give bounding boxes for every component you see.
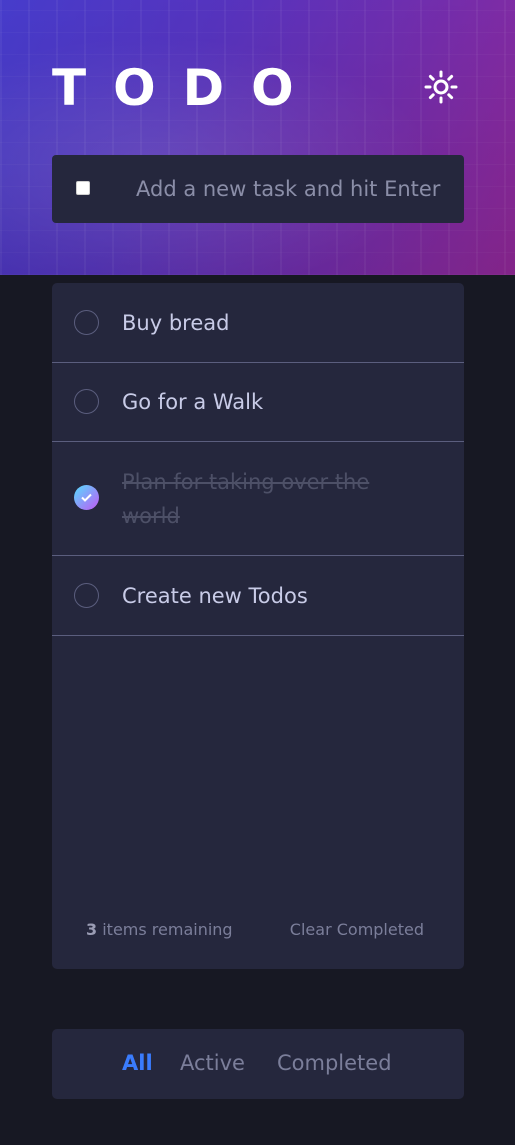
new-task-bar [52, 155, 464, 223]
filter-bar: All Active Completed [52, 1029, 464, 1099]
app-title: TODO [52, 59, 321, 117]
todo-item[interactable]: Buy bread [52, 283, 464, 363]
filter-completed[interactable]: Completed [277, 1051, 392, 1075]
filter-all[interactable]: All [122, 1051, 153, 1075]
todo-item[interactable]: Create new Todos [52, 556, 464, 636]
todo-text: Plan for taking over the world [122, 470, 370, 528]
sun-icon [424, 70, 458, 104]
todo-check-circle-checked[interactable] [74, 485, 99, 510]
todo-check-circle[interactable] [74, 310, 99, 335]
todo-text: Create new Todos [122, 584, 308, 608]
todo-text: Buy bread [122, 311, 230, 335]
todo-item[interactable]: Go for a Walk [52, 363, 464, 442]
new-task-checkbox[interactable] [76, 181, 90, 195]
todo-check-circle[interactable] [74, 389, 99, 414]
header-background-image [0, 0, 515, 275]
new-task-input[interactable] [136, 169, 456, 209]
remaining-number: 3 [86, 920, 98, 939]
filter-active[interactable]: Active [180, 1051, 245, 1075]
todo-text: Go for a Walk [122, 390, 264, 414]
checkmark-icon [81, 493, 92, 502]
todo-list: Buy bread Go for a Walk Plan for taking … [52, 283, 464, 969]
todo-item[interactable]: Plan for taking over the world [52, 442, 464, 556]
clear-completed-button[interactable]: Clear Completed [290, 920, 424, 939]
todo-check-circle[interactable] [74, 583, 99, 608]
items-remaining-count: 3 items remaining [86, 920, 233, 939]
remaining-suffix: items remaining [97, 920, 233, 939]
list-footer: 3 items remaining Clear Completed [52, 918, 464, 942]
theme-toggle-button[interactable] [421, 67, 461, 107]
